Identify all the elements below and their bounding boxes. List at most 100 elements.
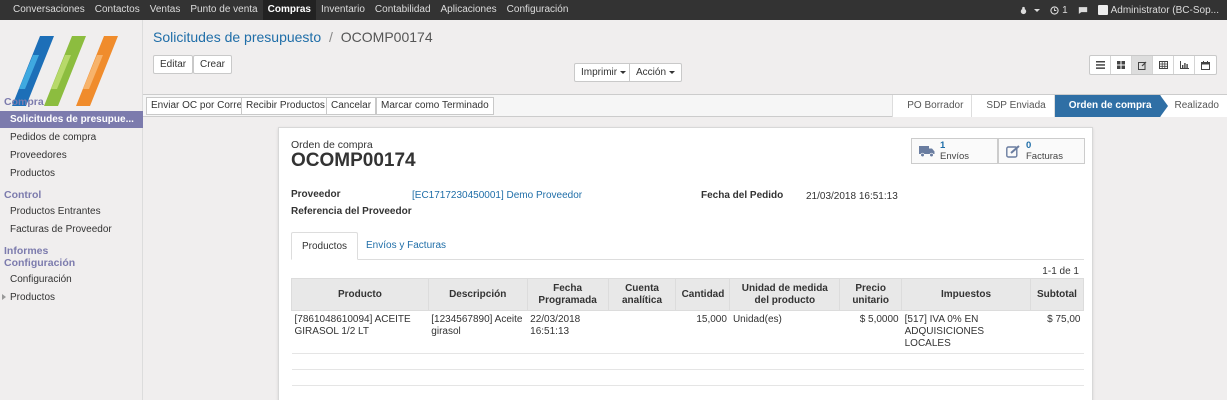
edit-invoice-icon: [1006, 144, 1020, 158]
sidebar-item-pedidos[interactable]: Pedidos de compra: [0, 129, 143, 146]
column-header[interactable]: Cuenta analítica: [607, 278, 677, 311]
sidebar-item-solicitudes[interactable]: Solicitudes de presupue...: [0, 111, 143, 128]
cell-subtotal: $ 75,00: [1030, 310, 1084, 354]
sidebar-item-productos[interactable]: Productos: [0, 165, 143, 182]
menu-punto-de-venta[interactable]: Punto de venta: [185, 0, 262, 20]
pivot-view-button[interactable]: [1153, 56, 1174, 74]
main-content: Solicitudes de presupuesto / OCOMP00174 …: [143, 20, 1227, 400]
messaging-menu[interactable]: [1078, 6, 1088, 15]
list-view-button[interactable]: [1090, 56, 1111, 74]
form-view-button[interactable]: [1132, 56, 1153, 74]
notebook-tabs: Productos Envíos y Facturas: [291, 232, 1084, 260]
send-po-email-button[interactable]: Enviar OC por Correo: [146, 97, 253, 115]
proveedor-field[interactable]: [EC1717230450001] Demo Proveedor: [412, 190, 582, 201]
cell-cuenta: [608, 310, 676, 354]
menu-inventario[interactable]: Inventario: [316, 0, 370, 20]
menu-contactos[interactable]: Contactos: [90, 0, 145, 20]
envios-smart-button[interactable]: 1 Envíos: [911, 138, 998, 164]
stage-sdp-enviada[interactable]: SDP Enviada: [971, 95, 1054, 117]
sidebar-item-config-productos[interactable]: Productos: [0, 289, 143, 306]
menu-compras[interactable]: Compras: [262, 0, 316, 20]
edit-form-icon: [1137, 61, 1146, 70]
facturas-smart-button[interactable]: 0 Facturas: [998, 138, 1085, 164]
column-header[interactable]: Cantidad: [675, 278, 731, 311]
grid-icon: [1117, 61, 1125, 69]
statusbar: Enviar OC por Correo Recibir Productos C…: [143, 95, 1227, 117]
column-header[interactable]: Fecha Programada: [526, 278, 609, 311]
facturas-count: 0: [1026, 140, 1032, 151]
menu-ventas[interactable]: Ventas: [145, 0, 186, 20]
receive-products-button[interactable]: Recibir Productos: [241, 97, 330, 115]
sidebar-item-config-configuracion[interactable]: Configuración: [0, 271, 143, 288]
column-header[interactable]: Subtotal: [1029, 278, 1085, 311]
document-name: OCOMP00174: [291, 150, 416, 171]
debug-menu[interactable]: [1019, 6, 1041, 15]
graph-view-button[interactable]: [1174, 56, 1195, 74]
cell-producto: [7861048610094] ACEITE GIRASOL 1/2 LT: [291, 310, 429, 354]
truck-icon: [919, 145, 935, 157]
user-menu[interactable]: Administrator (BC-Sop...: [1097, 5, 1219, 16]
avatar: [1097, 5, 1108, 15]
sidebar-item-facturas-proveedor[interactable]: Facturas de Proveedor: [0, 221, 143, 238]
breadcrumb-parent[interactable]: Solicitudes de presupuesto: [153, 29, 321, 45]
edit-button[interactable]: Editar: [153, 55, 194, 74]
facturas-label: Facturas: [1026, 151, 1063, 162]
form-sheet: Orden de compra OCOMP00174 1 Envíos 0 Fa…: [278, 127, 1093, 400]
cell-cantidad: 15,000: [675, 310, 730, 354]
action-dropdown[interactable]: Acción: [629, 63, 683, 82]
column-header[interactable]: Unidad de medida del producto: [729, 278, 841, 311]
fecha-pedido-label: Fecha del Pedido: [701, 190, 784, 201]
sidebar-item-productos-entrantes[interactable]: Productos Entrantes: [0, 203, 143, 220]
mark-done-button[interactable]: Marcar como Terminado: [376, 97, 494, 115]
sidebar-item-label: Productos: [10, 292, 56, 303]
tab-productos[interactable]: Productos: [291, 232, 359, 260]
sidebar: Compra Solicitudes de presupue... Pedido…: [0, 20, 143, 400]
cancel-button[interactable]: Cancelar: [326, 97, 377, 115]
empty-row: [291, 385, 1084, 400]
proveedor-label: Proveedor: [291, 189, 341, 200]
view-switcher: [1089, 55, 1217, 75]
create-button[interactable]: Crear: [193, 55, 233, 74]
list-icon: [1095, 61, 1105, 69]
calendar-view-button[interactable]: [1195, 56, 1216, 74]
cell-impuestos: [517] IVA 0% EN ADQUISICIONES LOCALES: [901, 310, 1031, 354]
table-icon: [1158, 61, 1168, 69]
menu-aplicaciones[interactable]: Aplicaciones: [436, 0, 502, 20]
pager: 1-1 de 1: [1042, 266, 1079, 277]
status-stages: PO Borrador SDP Enviada Orden de compra …: [892, 95, 1227, 117]
tab-envios-facturas[interactable]: Envíos y Facturas: [356, 232, 456, 260]
calendar-icon: [1201, 60, 1210, 70]
table-header-row: Producto Descripción Fecha Programada Cu…: [291, 278, 1085, 311]
bar-chart-icon: [1179, 61, 1189, 69]
fecha-pedido-field[interactable]: 21/03/2018 16:51:13: [806, 191, 898, 202]
sidebar-item-proveedores[interactable]: Proveedores: [0, 147, 143, 164]
stage-orden-de-compra[interactable]: Orden de compra: [1053, 95, 1168, 117]
print-label: Imprimir: [581, 67, 618, 78]
print-dropdown[interactable]: Imprimir: [574, 63, 634, 82]
column-header[interactable]: Precio unitario: [839, 278, 903, 311]
sidebar-section-informes[interactable]: Informes: [4, 245, 48, 257]
top-navbar: Conversaciones Contactos Ventas Punto de…: [0, 0, 1227, 20]
menu-conversaciones[interactable]: Conversaciones: [8, 0, 90, 20]
clock-icon: [1050, 5, 1059, 15]
order-lines-table: Producto Descripción Fecha Programada Cu…: [291, 278, 1085, 400]
column-header[interactable]: Producto: [291, 278, 429, 311]
empty-row: [291, 353, 1084, 370]
notification-count: 1: [1062, 4, 1068, 16]
cell-fecha: 22/03/2018 16:51:13: [527, 310, 609, 354]
activity-menu[interactable]: 1: [1050, 5, 1068, 16]
menu-configuracion[interactable]: Configuración: [502, 0, 574, 20]
stage-po-borrador[interactable]: PO Borrador: [892, 95, 972, 117]
sidebar-section-compra: Compra: [4, 96, 44, 108]
sidebar-section-control: Control: [4, 189, 42, 201]
stage-realizado[interactable]: Realizado: [1159, 95, 1227, 117]
column-header[interactable]: Descripción: [427, 278, 528, 311]
kanban-view-button[interactable]: [1111, 56, 1132, 74]
menu-contabilidad[interactable]: Contabilidad: [370, 0, 436, 20]
column-header[interactable]: Impuestos: [901, 278, 1031, 311]
control-panel: Solicitudes de presupuesto / OCOMP00174 …: [143, 20, 1227, 95]
table-row[interactable]: [7861048610094] ACEITE GIRASOL 1/2 LT [1…: [291, 310, 1084, 354]
cell-descripcion: [1234567890] Aceite girasol: [428, 310, 528, 354]
cell-precio: $ 5,0000: [839, 310, 902, 354]
referencia-proveedor-label: Referencia del Proveedor: [291, 206, 412, 217]
